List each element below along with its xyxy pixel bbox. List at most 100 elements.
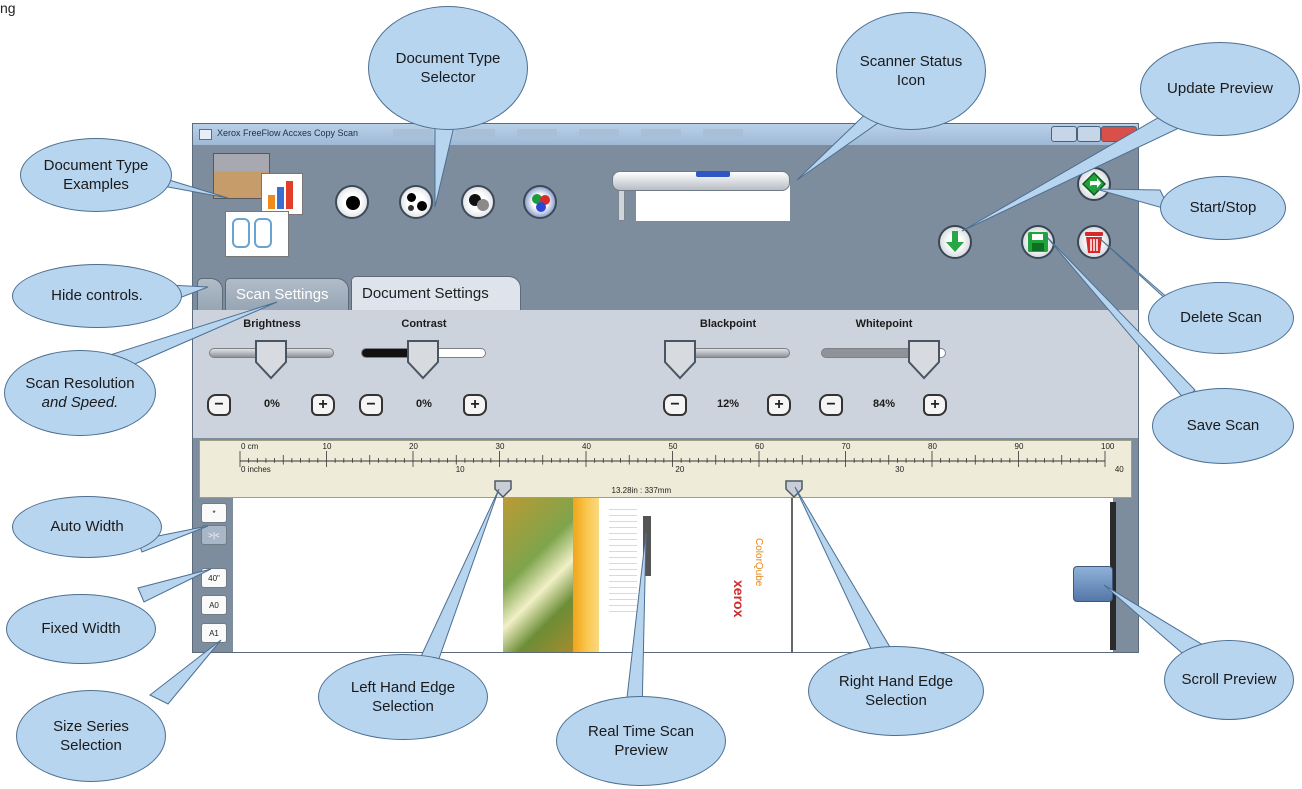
preview-scroll-thumb[interactable]	[1073, 566, 1113, 602]
save-scan-button[interactable]	[1021, 225, 1055, 259]
contrast-decrease-button[interactable]: −	[359, 394, 383, 416]
ruler-cm-label: 80	[928, 442, 937, 451]
ruler-cm-label: 30	[496, 442, 505, 451]
doc-type-text-button[interactable]	[335, 185, 369, 219]
fixed-width-40-button[interactable]: 40"	[201, 568, 227, 588]
ruler-inch-label: 30	[895, 465, 904, 474]
callout-fixed-width: Fixed Width	[6, 594, 156, 664]
settings-panel: Brightness − 0% + Contrast − 0% + Blackp…	[193, 310, 1138, 438]
ruler-scale: 0 cm 10 20 30 40 50 60 70 80 90 100 0 inches 10 20 30 4…	[239, 442, 1124, 495]
brightness-increase-button[interactable]: +	[311, 394, 335, 416]
brightness-value: 0%	[264, 398, 280, 410]
brightness-label: Brightness	[243, 318, 301, 330]
preview-brand-text: xerox	[731, 580, 747, 618]
callout-real-time-preview: Real Time Scan Preview	[556, 696, 726, 786]
callout-update-preview: Update Preview	[1140, 42, 1300, 136]
callout-scan-resolution: Scan Resolution and Speed.	[4, 350, 156, 436]
start-stop-button[interactable]	[1077, 167, 1111, 201]
tab-scan-settings[interactable]: Scan Settings	[225, 278, 349, 310]
app-icon	[199, 129, 212, 140]
whitepoint-label: Whitepoint	[855, 318, 913, 330]
size-a1-button[interactable]: A1	[201, 623, 227, 643]
menu-item[interactable]	[393, 129, 433, 137]
scanner-status-icon	[600, 167, 800, 225]
callout-save-scan: Save Scan	[1152, 388, 1294, 464]
contrast-value: 0%	[416, 398, 432, 410]
callout-hide-controls: Hide controls.	[12, 264, 182, 328]
ruler-inch-label: 10	[456, 465, 465, 474]
brightness-control: Brightness − 0% +	[207, 310, 337, 430]
menu-item[interactable]	[517, 129, 557, 137]
brightness-decrease-button[interactable]: −	[207, 394, 231, 416]
minimize-button[interactable]	[1051, 126, 1077, 142]
ruler-cm-label: 20	[409, 442, 418, 451]
width-ruler[interactable]: 0 cm 10 20 30 40 50 60 70 80 90 100 0 inches 10 20 30 4…	[199, 440, 1132, 498]
size-a0-button[interactable]: A0	[201, 595, 227, 615]
blackpoint-control: Blackpoint − 12% +	[663, 310, 793, 430]
callout-scroll-preview: Scroll Preview	[1164, 640, 1294, 720]
ruler-inch-label: 40	[1115, 465, 1124, 474]
doc-type-color-button[interactable]	[523, 185, 557, 219]
blackpoint-label: Blackpoint	[699, 318, 757, 330]
blackpoint-decrease-button[interactable]: −	[663, 394, 687, 416]
ruler-cm-label: 70	[842, 442, 851, 451]
whitepoint-value: 84%	[872, 398, 896, 410]
auto-width-button[interactable]: *	[201, 503, 227, 523]
text-example-icon	[225, 211, 289, 257]
callout-start-stop: Start/Stop	[1160, 176, 1286, 240]
menu-item[interactable]	[641, 129, 681, 137]
delete-scan-button[interactable]	[1077, 225, 1111, 259]
menu-item[interactable]	[703, 129, 743, 137]
contrast-slider-thumb[interactable]	[405, 338, 441, 380]
whitepoint-control: Whitepoint − 84% +	[819, 310, 949, 430]
blackpoint-increase-button[interactable]: +	[767, 394, 791, 416]
tab-row: Scan Settings Document Settings	[193, 268, 1138, 310]
menu-item[interactable]	[579, 129, 619, 137]
callout-scanner-status-icon: Scanner Status Icon	[836, 12, 986, 130]
callout-document-type-examples: Document Type Examples	[20, 138, 172, 212]
scan-preview: xerox ColorQube	[233, 498, 1113, 652]
blackpoint-slider-thumb[interactable]	[662, 338, 698, 380]
whitepoint-slider-thumb[interactable]	[906, 338, 942, 380]
callout-size-series: Size Series Selection	[16, 690, 166, 782]
floppy-disk-icon	[1023, 227, 1053, 257]
title-bar: Xerox FreeFlow Accxes Copy Scan	[193, 124, 1138, 145]
ruler-inch-unit: 0 inches	[241, 465, 271, 474]
maximize-button[interactable]	[1077, 126, 1101, 142]
arrow-down-icon	[940, 227, 970, 257]
callout-auto-width: Auto Width	[12, 496, 162, 558]
start-stop-icon	[1079, 169, 1109, 199]
preview-product-text: ColorQube	[753, 538, 764, 587]
right-edge-handle[interactable]	[785, 480, 804, 499]
update-preview-button[interactable]	[938, 225, 972, 259]
ruler-cm-label: 90	[1015, 442, 1024, 451]
contrast-increase-button[interactable]: +	[463, 394, 487, 416]
toolbar	[193, 145, 1138, 268]
trash-icon	[1079, 227, 1109, 257]
chart-example-icon	[261, 173, 303, 215]
menu-item[interactable]	[455, 129, 495, 137]
contrast-control: Contrast − 0% +	[359, 310, 489, 430]
whitepoint-increase-button[interactable]: +	[923, 394, 947, 416]
ruler-cm-unit: 0 cm	[241, 442, 259, 451]
auto-width-center-button[interactable]: >|<	[201, 525, 227, 545]
blackpoint-value: 12%	[716, 398, 740, 410]
callout-document-type-selector: Document Type Selector	[368, 6, 528, 130]
whitepoint-decrease-button[interactable]: −	[819, 394, 843, 416]
ruler-cm-label: 100	[1101, 442, 1115, 451]
doc-type-mixed-button[interactable]	[399, 185, 433, 219]
hide-controls-tab[interactable]	[197, 278, 223, 310]
doc-type-grayscale-button[interactable]	[461, 185, 495, 219]
ruler-cm-label: 40	[582, 442, 591, 451]
callout-left-edge: Left Hand Edge Selection	[318, 654, 488, 740]
left-edge-handle[interactable]	[493, 480, 512, 499]
tab-document-settings[interactable]: Document Settings	[351, 276, 521, 310]
window-title: Xerox FreeFlow Accxes Copy Scan	[217, 128, 359, 138]
brightness-slider-thumb[interactable]	[253, 338, 289, 380]
top-caption: ng	[0, 0, 16, 16]
close-button[interactable]	[1101, 126, 1137, 142]
preview-document: xerox ColorQube	[503, 498, 793, 652]
ruler-cm-label: 10	[323, 442, 332, 451]
preview-photo	[503, 498, 573, 652]
app-window: Xerox FreeFlow Accxes Copy Scan Scan Set…	[192, 123, 1139, 653]
